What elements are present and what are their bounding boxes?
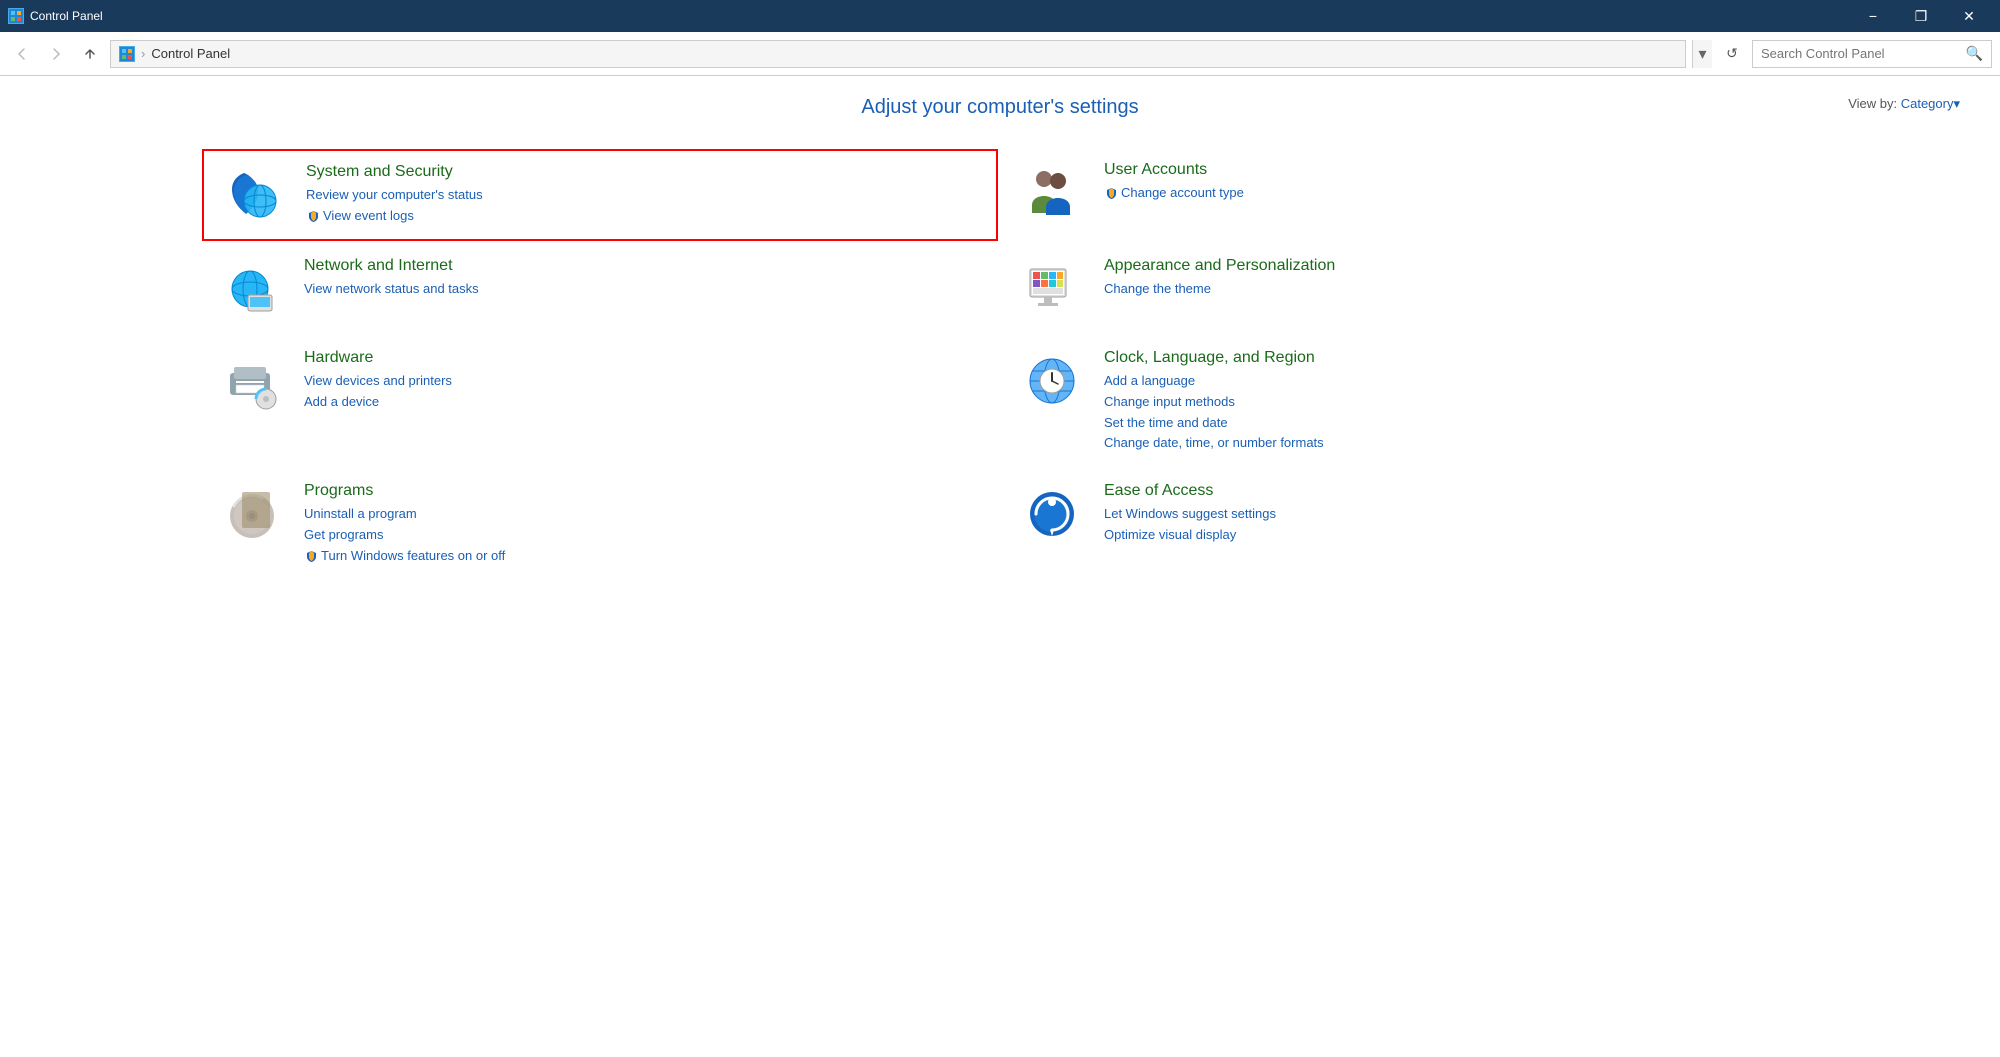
- page-title: Adjust your computer's settings: [520, 96, 1480, 119]
- network-internet-content: Network and Internet View network status…: [304, 257, 479, 300]
- path-icon: [119, 46, 135, 62]
- search-box[interactable]: 🔍: [1752, 40, 1992, 68]
- user-accounts-title[interactable]: User Accounts: [1104, 161, 1244, 179]
- category-clock-language[interactable]: Clock, Language, and Region Add a langua…: [1000, 335, 1800, 468]
- user-accounts-icon: [1020, 161, 1084, 225]
- minimize-button[interactable]: −: [1850, 0, 1896, 32]
- appearance-icon: [1020, 257, 1084, 321]
- hardware-content: Hardware View devices and printers Add a…: [304, 349, 452, 413]
- change-theme-link[interactable]: Change the theme: [1104, 279, 1335, 300]
- categories-grid: System and Security Review your computer…: [200, 147, 1800, 581]
- restore-button[interactable]: ❐: [1898, 0, 1944, 32]
- view-network-status-link[interactable]: View network status and tasks: [304, 279, 479, 300]
- up-button[interactable]: [76, 40, 104, 68]
- shield-icon: [306, 209, 320, 223]
- path-separator: ›: [141, 46, 145, 61]
- let-windows-suggest-link[interactable]: Let Windows suggest settings: [1104, 504, 1276, 525]
- change-date-formats-link[interactable]: Change date, time, or number formats: [1104, 433, 1324, 454]
- review-status-link[interactable]: Review your computer's status: [306, 185, 483, 206]
- system-security-title[interactable]: System and Security: [306, 163, 483, 181]
- get-programs-link[interactable]: Get programs: [304, 525, 505, 546]
- forward-button[interactable]: [42, 40, 70, 68]
- ease-of-access-content: Ease of Access Let Windows suggest setti…: [1104, 482, 1276, 546]
- add-language-link[interactable]: Add a language: [1104, 371, 1324, 392]
- programs-icon: [220, 482, 284, 546]
- viewby-dropdown[interactable]: Category▾: [1901, 96, 1960, 111]
- appearance-title[interactable]: Appearance and Personalization: [1104, 257, 1335, 275]
- ease-of-access-icon: [1020, 482, 1084, 546]
- category-appearance[interactable]: Appearance and Personalization Change th…: [1000, 243, 1800, 335]
- main-content: Adjust your computer's settings View by:…: [0, 76, 2000, 1057]
- category-programs[interactable]: Programs Uninstall a program Get program…: [200, 468, 1000, 580]
- view-by: View by: Category▾: [1480, 96, 1960, 112]
- search-input[interactable]: [1761, 46, 1960, 61]
- app-icon: [8, 8, 24, 24]
- system-security-content: System and Security Review your computer…: [306, 163, 483, 227]
- category-network-internet[interactable]: Network and Internet View network status…: [200, 243, 1000, 335]
- path-text: Control Panel: [151, 46, 230, 61]
- titlebar-controls: − ❐ ✕: [1850, 0, 1992, 32]
- turn-windows-features-link[interactable]: Turn Windows features on or off: [304, 546, 505, 567]
- programs-content: Programs Uninstall a program Get program…: [304, 482, 505, 566]
- address-box[interactable]: › Control Panel: [110, 40, 1686, 68]
- view-event-logs-link[interactable]: View event logs: [306, 206, 483, 227]
- view-devices-link[interactable]: View devices and printers: [304, 371, 452, 392]
- programs-title[interactable]: Programs: [304, 482, 505, 500]
- viewby-label: View by:: [1848, 96, 1897, 111]
- refresh-button[interactable]: ↺: [1718, 40, 1746, 68]
- network-internet-title[interactable]: Network and Internet: [304, 257, 479, 275]
- change-input-methods-link[interactable]: Change input methods: [1104, 392, 1324, 413]
- category-ease-of-access[interactable]: Ease of Access Let Windows suggest setti…: [1000, 468, 1800, 580]
- change-account-type-link[interactable]: Change account type: [1104, 183, 1244, 204]
- user-accounts-content: User Accounts Change account type: [1104, 161, 1244, 204]
- shield-icon-programs: [304, 549, 318, 563]
- ease-of-access-title[interactable]: Ease of Access: [1104, 482, 1276, 500]
- titlebar-left: Control Panel: [8, 8, 103, 24]
- hardware-icon: [220, 349, 284, 413]
- set-time-date-link[interactable]: Set the time and date: [1104, 413, 1324, 434]
- shield-icon-user: [1104, 186, 1118, 200]
- optimize-visual-link[interactable]: Optimize visual display: [1104, 525, 1276, 546]
- address-dropdown[interactable]: ▾: [1692, 40, 1712, 68]
- clock-language-title[interactable]: Clock, Language, and Region: [1104, 349, 1324, 367]
- titlebar: Control Panel − ❐ ✕: [0, 0, 2000, 32]
- category-hardware[interactable]: Hardware View devices and printers Add a…: [200, 335, 1000, 468]
- system-security-icon: [222, 163, 286, 227]
- addressbar: › Control Panel ▾ ↺ 🔍: [0, 32, 2000, 76]
- clock-language-icon: [1020, 349, 1084, 413]
- appearance-content: Appearance and Personalization Change th…: [1104, 257, 1335, 300]
- category-system-security[interactable]: System and Security Review your computer…: [202, 149, 998, 241]
- category-user-accounts[interactable]: User Accounts Change account type: [1000, 147, 1800, 243]
- network-internet-icon: [220, 257, 284, 321]
- search-icon: 🔍: [1966, 45, 1983, 62]
- hardware-title[interactable]: Hardware: [304, 349, 452, 367]
- back-button[interactable]: [8, 40, 36, 68]
- add-device-link[interactable]: Add a device: [304, 392, 452, 413]
- clock-language-content: Clock, Language, and Region Add a langua…: [1104, 349, 1324, 454]
- close-button[interactable]: ✕: [1946, 0, 1992, 32]
- uninstall-program-link[interactable]: Uninstall a program: [304, 504, 505, 525]
- titlebar-title: Control Panel: [30, 9, 103, 23]
